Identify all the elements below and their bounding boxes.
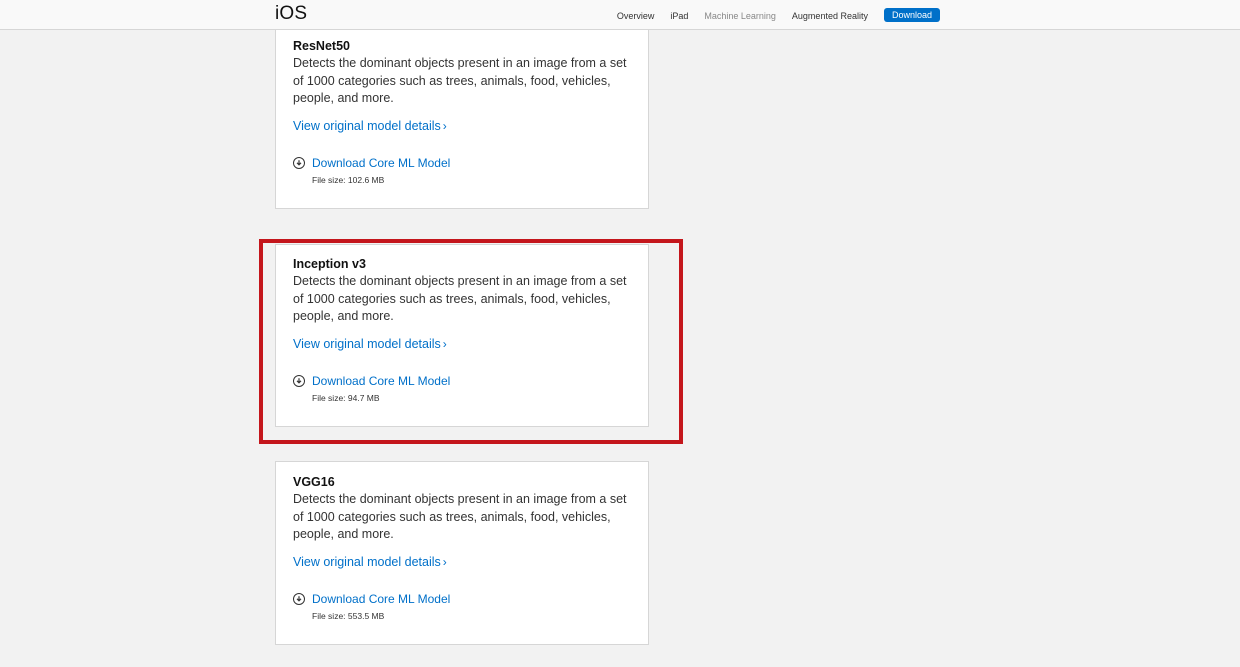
nav-download-button[interactable]: Download — [883, 8, 940, 22]
view-model-details-label: View original model details — [293, 336, 441, 351]
nav-link-augmented-reality[interactable]: Augmented Reality — [792, 11, 868, 21]
model-name: VGG16 — [293, 475, 335, 489]
download-model-link[interactable]: Download Core ML Model — [312, 374, 450, 388]
model-description: Detects the dominant objects present in … — [293, 274, 627, 323]
download-model-link[interactable]: Download Core ML Model — [312, 592, 450, 606]
nav-link-machine-learning[interactable]: Machine Learning — [704, 11, 776, 21]
download-model-link[interactable]: Download Core ML Model — [312, 156, 450, 170]
view-model-details-link[interactable]: View original model details › — [293, 119, 447, 133]
view-model-details-link[interactable]: View original model details › — [293, 337, 447, 351]
download-circle-icon — [293, 374, 305, 387]
file-size: File size: 94.7 MB — [312, 392, 380, 403]
nav-link-ipad[interactable]: iPad — [670, 11, 688, 21]
nav-links: Overview iPad Machine Learning Augmented… — [601, 8, 940, 23]
download-model-row[interactable]: Download Core ML Model — [293, 374, 631, 388]
file-size: File size: 553.5 MB — [312, 610, 385, 621]
model-description: Detects the dominant objects present in … — [293, 56, 627, 105]
chevron-right-icon: › — [442, 554, 447, 569]
download-circle-icon — [293, 592, 305, 605]
chevron-right-icon: › — [442, 336, 447, 351]
view-model-details-label: View original model details — [293, 118, 441, 133]
model-card-resnet50: ResNet50 Detects the dominant objects pr… — [275, 0, 649, 209]
global-nav: iOS Overview iPad Machine Learning Augme… — [0, 0, 1240, 30]
model-name: ResNet50 — [293, 39, 350, 53]
view-model-details-link[interactable]: View original model details › — [293, 555, 447, 569]
file-size: File size: 102.6 MB — [312, 174, 385, 185]
model-name: Inception v3 — [293, 257, 366, 271]
model-description: Detects the dominant objects present in … — [293, 492, 627, 541]
download-model-row[interactable]: Download Core ML Model — [293, 592, 631, 606]
nav-title[interactable]: iOS — [275, 3, 307, 25]
download-circle-icon — [293, 156, 305, 169]
chevron-right-icon: › — [442, 118, 447, 133]
model-card-vgg16: VGG16 Detects the dominant objects prese… — [275, 461, 649, 645]
nav-link-overview[interactable]: Overview — [617, 11, 655, 21]
model-card-inception-v3: Inception v3 Detects the dominant object… — [275, 244, 649, 427]
download-model-row[interactable]: Download Core ML Model — [293, 156, 631, 170]
view-model-details-label: View original model details — [293, 554, 441, 569]
